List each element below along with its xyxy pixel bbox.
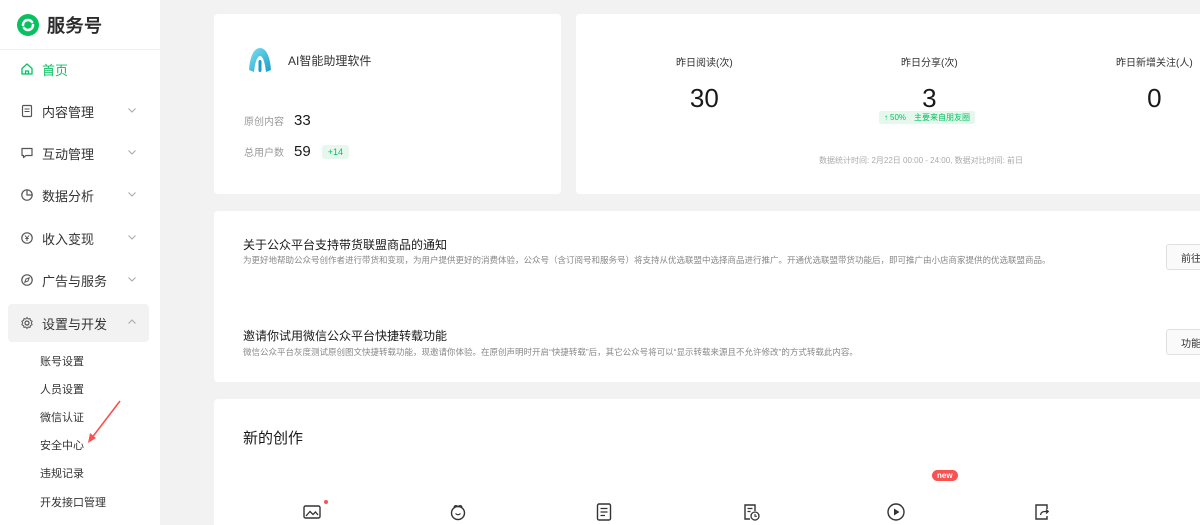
image-post-icon[interactable] xyxy=(302,502,322,522)
sidebar-item-analytics[interactable]: 数据分析 xyxy=(8,176,149,214)
original-content-value: 33 xyxy=(294,112,311,129)
chevron-down-icon xyxy=(128,277,136,282)
document-icon xyxy=(20,104,34,118)
notification-dot xyxy=(324,500,328,504)
repost-icon[interactable] xyxy=(741,502,761,522)
chevron-down-icon xyxy=(128,235,136,240)
share-change-source: 主要来自朋友圈 xyxy=(914,113,971,122)
sidebar-item-label: 数据分析 xyxy=(42,188,95,204)
stat-shares: 昨日分享(次) 3 xyxy=(901,54,958,114)
notice-description: 微信公众平台灰度测试原创图文快捷转载功能，现邀请你体验。在原创声明时开启“快捷转… xyxy=(243,347,858,357)
sidebar-item-label: 内容管理 xyxy=(42,104,95,120)
sidebar-item-label: 广告与服务 xyxy=(42,273,108,289)
sidebar-item-interaction[interactable]: 互动管理 xyxy=(8,134,149,172)
sidebar-item-monetization[interactable]: 收入变现 xyxy=(8,219,149,257)
total-users-value: 59 xyxy=(294,143,311,160)
share-icon[interactable] xyxy=(1032,502,1052,522)
notice-feature-button[interactable]: 功能 xyxy=(1166,329,1200,355)
account-avatar[interactable] xyxy=(246,46,274,74)
notices-card: 关于公众平台支持带货联盟商品的通知 为更好地帮助公众号创作者进行带货和变现，为用… xyxy=(214,211,1200,382)
home-icon xyxy=(20,62,34,76)
stat-value: 0 xyxy=(1147,83,1162,113)
stats-card: 昨日阅读(次) 30 昨日分享(次) 3 昨日新增关注(人) 0 ↑ 50% 主… xyxy=(576,14,1200,194)
stat-value: 3 xyxy=(922,83,937,113)
chevron-down-icon xyxy=(128,108,136,113)
sidebar-item-label: 收入变现 xyxy=(42,231,95,247)
sidebar-item-home[interactable]: 首页 xyxy=(8,50,149,88)
new-badge: new xyxy=(932,470,958,481)
sidebar-subitem-account-settings[interactable]: 账号设置 xyxy=(40,353,84,369)
sidebar-item-content[interactable]: 内容管理 xyxy=(8,92,149,130)
arrow-up-icon: ↑ xyxy=(884,113,888,122)
notice-title: 邀请你试用微信公众平台快捷转载功能 xyxy=(243,329,448,343)
stat-value: 30 xyxy=(689,83,719,113)
wechat-service-logo xyxy=(17,14,39,36)
audio-icon[interactable] xyxy=(448,502,468,522)
chevron-up-icon xyxy=(128,319,136,324)
total-users-label: 总用户数 xyxy=(244,148,284,159)
pie-chart-icon xyxy=(20,188,34,202)
sidebar-subitem-violation-records[interactable]: 违规记录 xyxy=(40,465,84,481)
gear-icon xyxy=(20,316,34,330)
create-card: 新的创作 new xyxy=(214,399,1200,525)
sidebar-subitem-security-center[interactable]: 安全中心 xyxy=(40,437,84,453)
sidebar-item-ads[interactable]: 广告与服务 xyxy=(8,261,149,299)
notice-go-button[interactable]: 前往 xyxy=(1166,244,1200,270)
stat-reads: 昨日阅读(次) 30 xyxy=(676,54,733,114)
sidebar-subitem-wechat-verification[interactable]: 微信认证 xyxy=(40,409,84,425)
original-content-stat: 原创内容 33 xyxy=(244,112,311,129)
account-name: AI智能助理软件 xyxy=(288,54,372,68)
stat-label: 昨日新增关注(人) xyxy=(1116,58,1193,69)
sidebar-item-label: 首页 xyxy=(42,62,69,78)
notice-description: 为更好地帮助公众号创作者进行带货和变现，为用户提供更好的消费体验，公众号（含订阅… xyxy=(243,255,1051,265)
sidebar-item-label: 设置与开发 xyxy=(42,316,108,332)
share-change-badge: ↑ 50% 主要来自朋友圈 xyxy=(879,111,976,124)
account-card: AI智能助理软件 原创内容 33 总用户数 59 +14 xyxy=(214,14,561,194)
compass-icon xyxy=(20,273,34,287)
stat-new-followers: 昨日新增关注(人) 0 xyxy=(1116,54,1193,114)
brand[interactable]: 服务号 xyxy=(16,12,103,38)
brand-name: 服务号 xyxy=(47,16,103,36)
chevron-down-icon xyxy=(128,192,136,197)
yen-icon xyxy=(20,231,34,245)
article-icon[interactable] xyxy=(594,502,614,522)
sidebar-subitem-member-settings[interactable]: 人员设置 xyxy=(40,381,84,397)
total-users-stat: 总用户数 59 +14 xyxy=(244,143,349,160)
video-icon[interactable] xyxy=(886,502,906,522)
sidebar-subitem-developer-api[interactable]: 开发接口管理 xyxy=(40,494,106,510)
notice-title: 关于公众平台支持带货联盟商品的通知 xyxy=(243,238,448,252)
stats-time-note: 数据统计时间: 2月22日 00:00 - 24:00, 数据对比时间: 前日 xyxy=(819,156,1024,165)
chat-icon xyxy=(20,146,34,160)
users-delta-badge: +14 xyxy=(321,144,349,159)
sidebar: 服务号 首页 内容管理 互动管理 数据分析 收入变现 广告与服务 设置与开发 账… xyxy=(0,0,160,525)
annotation-arrow xyxy=(88,400,121,443)
stat-label: 昨日分享(次) xyxy=(901,58,958,69)
original-content-label: 原创内容 xyxy=(244,117,284,128)
sidebar-item-settings[interactable]: 设置与开发 xyxy=(8,304,149,342)
create-section-title: 新的创作 xyxy=(243,430,304,447)
chevron-down-icon xyxy=(128,150,136,155)
sidebar-item-label: 互动管理 xyxy=(42,146,95,162)
share-change-percent: 50% xyxy=(890,113,907,122)
stat-label: 昨日阅读(次) xyxy=(676,58,733,69)
